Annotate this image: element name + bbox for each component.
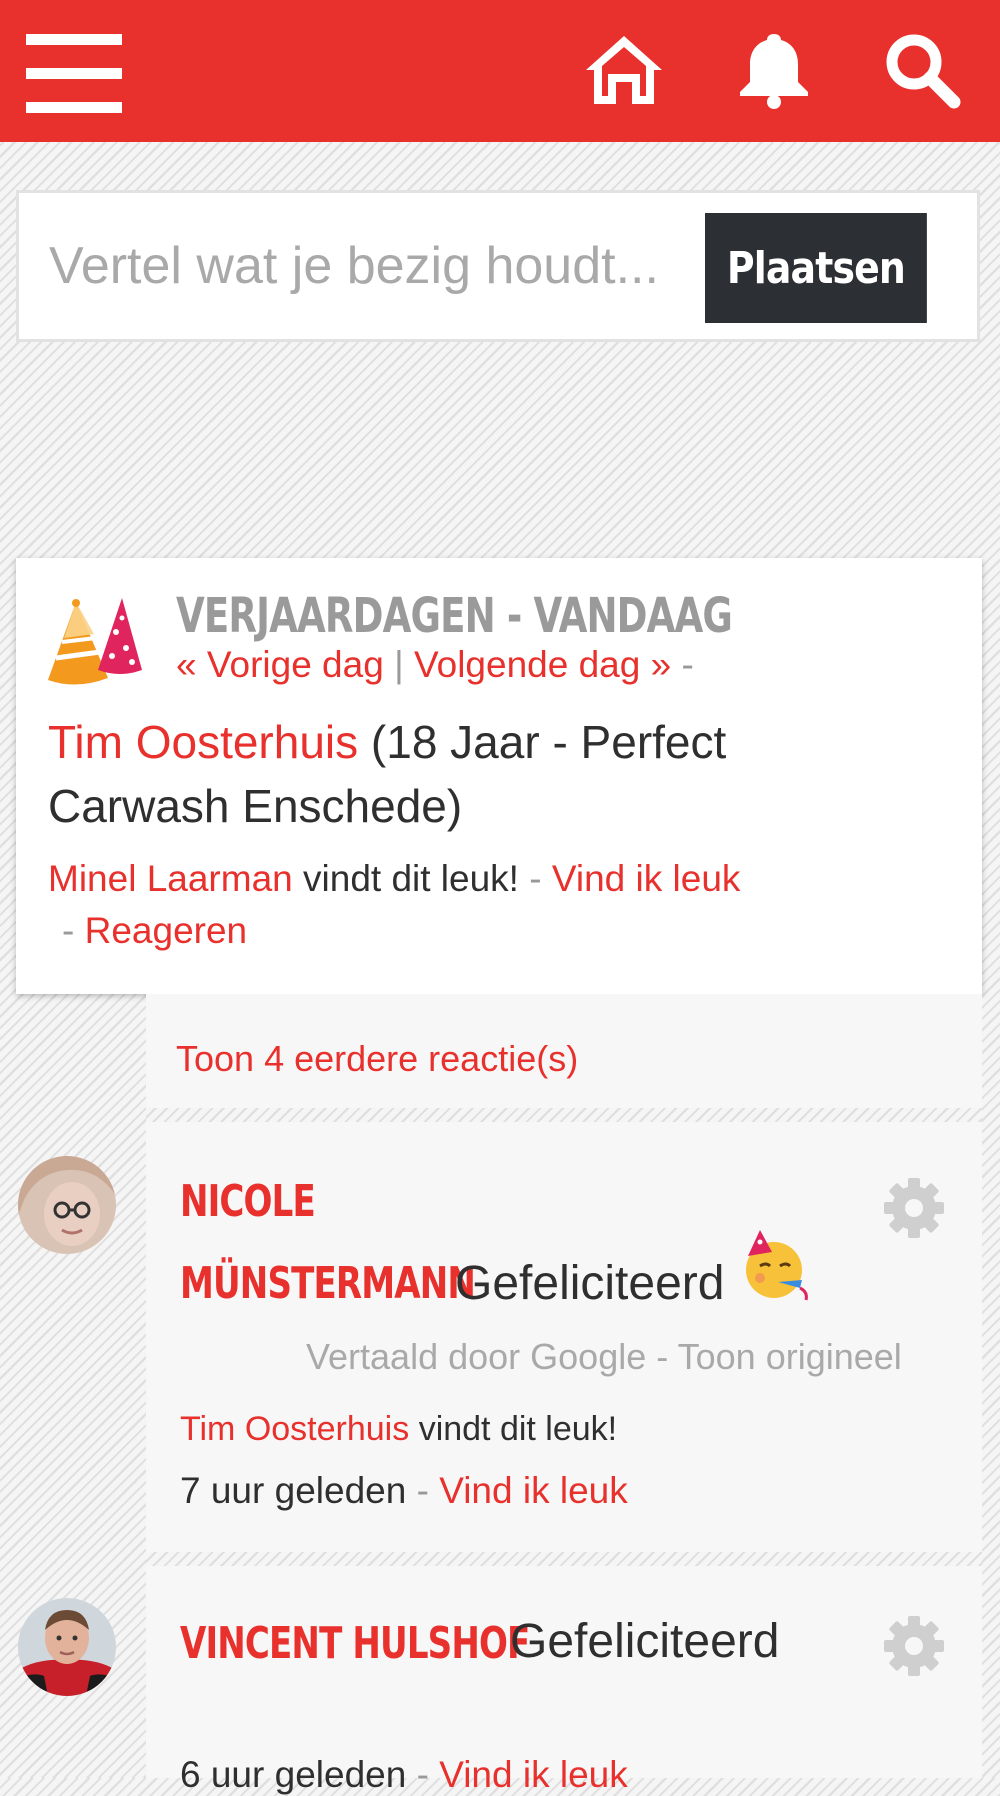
previous-day-link[interactable]: « Vorige dag: [176, 644, 384, 685]
reply-row: - Reageren: [62, 910, 247, 952]
bell-icon[interactable]: [732, 30, 816, 110]
comment-author[interactable]: MÜNSTERMANN: [180, 1258, 476, 1309]
dash-separator: -: [656, 1336, 669, 1377]
comment-time: 7 uur geleden: [180, 1470, 407, 1511]
menu-icon[interactable]: [26, 34, 122, 114]
show-earlier-comments[interactable]: Toon 4 eerdere reactie(s): [176, 1038, 578, 1080]
likes-text: vindt dit leuk!: [303, 858, 519, 899]
comment-settings-gear-icon[interactable]: [882, 1614, 946, 1678]
comment-author[interactable]: VINCENT HULSHOF: [180, 1618, 530, 1669]
nav-trailing-dash: -: [681, 644, 694, 685]
comment-divider: [146, 1108, 982, 1122]
dash-separator: -: [62, 910, 75, 951]
translated-by-google: Vertaald door Google: [306, 1336, 647, 1377]
status-composer: Plaatsen: [16, 190, 980, 342]
show-original-link[interactable]: Toon origineel: [678, 1336, 902, 1377]
party-hats-icon: [46, 598, 142, 688]
day-navigation: « Vorige dag | Volgende dag » -: [176, 644, 694, 686]
likes-text: vindt dit leuk!: [418, 1410, 618, 1448]
birthday-person-link[interactable]: Tim Oosterhuis: [48, 716, 358, 768]
dash-separator: -: [416, 1754, 429, 1795]
post-button[interactable]: Plaatsen: [705, 213, 927, 323]
next-day-link[interactable]: Volgende dag »: [414, 644, 671, 685]
comment-time: 6 uur geleden: [180, 1754, 407, 1795]
like-button[interactable]: Vind ik leuk: [439, 1470, 628, 1511]
comment-text: Gefeliciteerd: [510, 1615, 780, 1668]
home-icon[interactable]: [582, 30, 666, 110]
like-button[interactable]: Vind ik leuk: [552, 858, 741, 899]
partying-face-icon: [738, 1230, 810, 1302]
comment-divider: [146, 1552, 982, 1566]
comment-author[interactable]: NICOLE: [180, 1176, 316, 1227]
birthday-entry: Tim Oosterhuis (18 Jaar - Perfect Carwas…: [48, 710, 868, 838]
comment-meta: 7 uur geleden - Vind ik leuk: [180, 1470, 628, 1512]
birthday-card: VERJAARDAGEN - VANDAAG « Vorige dag | Vo…: [16, 558, 982, 994]
birthdays-title: VERJAARDAGEN - VANDAAG: [176, 588, 733, 644]
avatar[interactable]: [18, 1156, 116, 1254]
translation-info: Vertaald door Google - Toon origineel: [306, 1336, 902, 1378]
liker-link[interactable]: Tim Oosterhuis: [180, 1410, 409, 1448]
search-icon[interactable]: [880, 30, 964, 110]
comment-meta: 6 uur geleden - Vind ik leuk: [180, 1754, 628, 1796]
avatar[interactable]: [18, 1598, 116, 1696]
comment-likes: Tim Oosterhuis vindt dit leuk!: [180, 1410, 617, 1449]
top-bar: [0, 0, 1000, 142]
reply-button[interactable]: Reageren: [85, 910, 248, 951]
liker-link[interactable]: Minel Laarman: [48, 858, 293, 899]
like-button[interactable]: Vind ik leuk: [439, 1754, 628, 1795]
comment-settings-gear-icon[interactable]: [882, 1176, 946, 1240]
nav-separator: |: [394, 644, 404, 685]
dash-separator: -: [529, 858, 542, 899]
status-input[interactable]: [49, 223, 709, 309]
comment-text: Gefeliciteerd: [455, 1257, 725, 1310]
dash-separator: -: [416, 1470, 429, 1511]
birthday-likes: Minel Laarman vindt dit leuk! - Vind ik …: [48, 858, 740, 900]
